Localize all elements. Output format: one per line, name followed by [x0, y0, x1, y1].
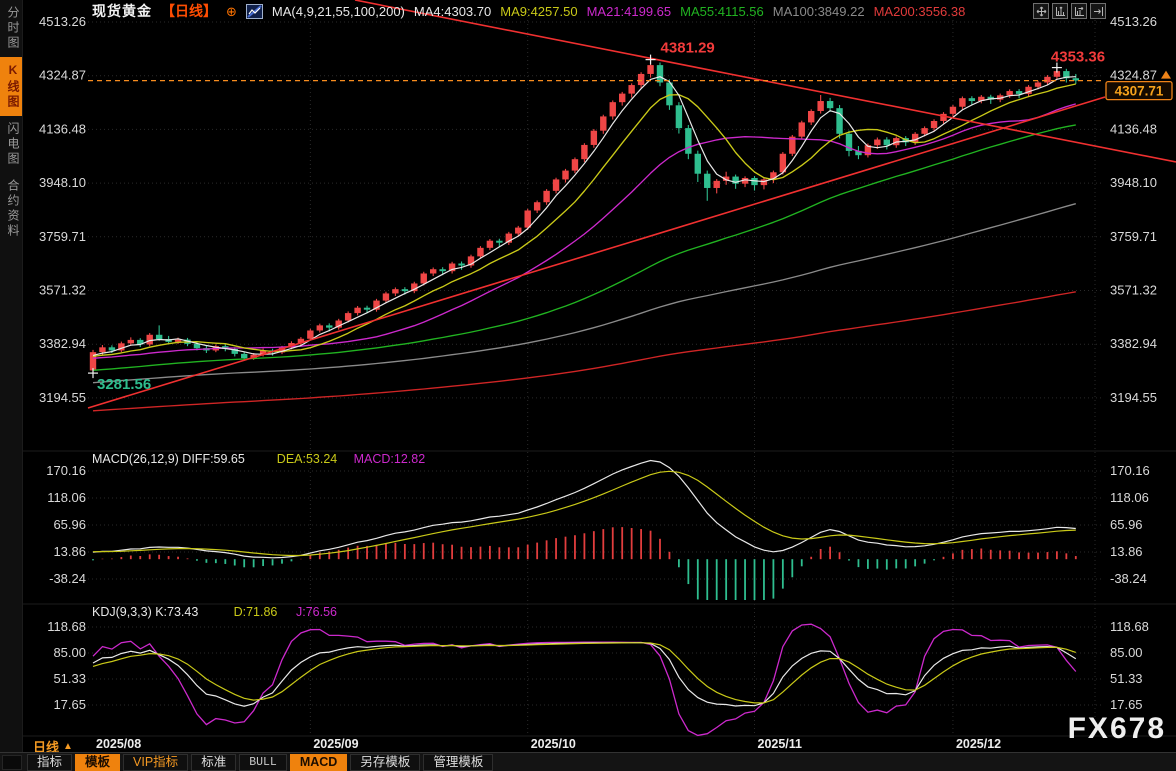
tab-standard[interactable]: 标准	[191, 754, 236, 771]
chart-text: 170.16	[46, 463, 86, 478]
chart-text: 118.68	[1110, 619, 1149, 634]
x-axis-labels: 2025/08 2025/09 2025/10 2025/11 2025/12	[96, 737, 1001, 751]
chart-text: -38.24	[49, 571, 86, 586]
ma200-value: MA200:3556.38	[874, 4, 966, 19]
goto-latest-icon[interactable]	[1090, 3, 1106, 19]
chart-plot-area[interactable]	[88, 6, 1104, 736]
ma100-value: MA100:3849.22	[773, 4, 865, 19]
chart-text: 3571.32	[39, 282, 86, 297]
chart-text: 118.68	[47, 619, 86, 634]
chart-text: 4136.48	[39, 121, 86, 136]
chart-text: 4307.71	[1115, 84, 1164, 99]
ma55-value: MA55:4115.56	[680, 4, 764, 19]
chart-text: 4136.48	[1110, 121, 1157, 136]
chart-text: 3948.10	[1110, 175, 1157, 190]
symbol-title: 现货黄金	[92, 1, 152, 21]
ma21-value: MA21:4199.65	[587, 4, 672, 19]
ma9-value: MA9:4257.50	[500, 4, 577, 19]
chart-type-sidebar: 分时图 K线图 闪电图 合约资料	[0, 0, 23, 752]
mini-chart-icon[interactable]	[246, 4, 263, 19]
chart-text: 17.65	[1110, 697, 1143, 712]
tab-template[interactable]: 模板	[75, 754, 120, 771]
chart-text: 3948.10	[39, 175, 86, 190]
chart-text: 51.33	[1110, 671, 1143, 686]
chart-text: 65.96	[1110, 517, 1143, 532]
ma4-value: MA4:4303.70	[414, 4, 491, 19]
chart-text: 17.65	[53, 697, 86, 712]
sidebar-item-contract-info[interactable]: 合约资料	[0, 173, 22, 245]
ma-settings-label: MA(4,9,21,55,100,200)	[272, 4, 405, 19]
chart-text: 4324.87	[1110, 68, 1157, 83]
chart-text: 13.86	[53, 544, 86, 559]
tab-manage-template[interactable]: 管理模板	[423, 754, 493, 771]
period-label[interactable]: 【日线】	[161, 1, 217, 21]
sidebar-item-flash[interactable]: 闪电图	[0, 116, 22, 173]
tab-save-template[interactable]: 另存模板	[350, 754, 420, 771]
chart-text: 3571.32	[1110, 282, 1157, 297]
tab-bull[interactable]: BULL	[239, 754, 287, 771]
chart-text: 3759.71	[1110, 229, 1157, 244]
chart-text: 2025/11	[758, 737, 803, 751]
sidebar-item-kline[interactable]: K线图	[0, 57, 22, 116]
sidebar-item-timeline[interactable]: 分时图	[0, 0, 22, 57]
chart-text: 51.33	[53, 671, 86, 686]
chart-text: 118.06	[47, 490, 86, 505]
chart-canvas: 4513.26 4513.26 4324.87 4324.87 4136.48 4136.…	[0, 0, 1176, 752]
tab-vip-indicators[interactable]: VIP指标	[123, 754, 188, 771]
chart-text: 2025/08	[96, 737, 141, 751]
chart-text: 85.00	[53, 645, 86, 660]
tab-indicators[interactable]: 指标	[27, 754, 72, 771]
toolbar-corner-button[interactable]	[2, 755, 22, 770]
chart-application: 4513.26 4513.26 4324.87 4324.87 4136.48 4136.…	[0, 0, 1176, 771]
tab-macd[interactable]: MACD	[290, 754, 348, 771]
bottom-toolbar: 指标 模板 VIP指标 标准 BULL MACD 另存模板 管理模板	[0, 752, 1176, 771]
chart-text: 118.06	[1110, 490, 1149, 505]
chart-text: 3382.94	[39, 336, 86, 351]
chart-legend-header: 现货黄金 【日线】 ⊕ MA(4,9,21,55,100,200) MA4:43…	[92, 2, 965, 20]
chart-text: 3382.94	[1110, 336, 1157, 351]
chart-text: 3194.55	[1110, 390, 1157, 405]
chart-text: 4513.26	[39, 14, 86, 29]
chart-text: 4513.26	[1110, 14, 1157, 29]
chart-text: 4324.87	[39, 68, 86, 83]
chart-text: 65.96	[53, 517, 86, 532]
chart-text: 3759.71	[39, 229, 86, 244]
timeframe-arrow-icon: ▲	[63, 741, 73, 752]
chart-text: 85.00	[1110, 645, 1143, 660]
scroll-right-icon[interactable]	[1071, 3, 1087, 19]
chart-text: 2025/09	[313, 737, 358, 751]
pan-tool-icon[interactable]	[1033, 3, 1049, 19]
zoom-range-icon[interactable]	[1052, 3, 1068, 19]
chart-toolbar-icons	[1033, 3, 1106, 19]
chart-text: 13.86	[1110, 544, 1143, 559]
circle-plus-icon[interactable]: ⊕	[226, 5, 237, 18]
fx678-watermark: FX678	[1068, 712, 1166, 746]
chart-text: 3194.55	[39, 390, 86, 405]
chart-text: 2025/12	[956, 737, 1001, 751]
chart-text: 2025/10	[531, 737, 576, 751]
chart-text: 170.16	[1110, 463, 1150, 478]
chart-text: -38.24	[1110, 571, 1147, 586]
